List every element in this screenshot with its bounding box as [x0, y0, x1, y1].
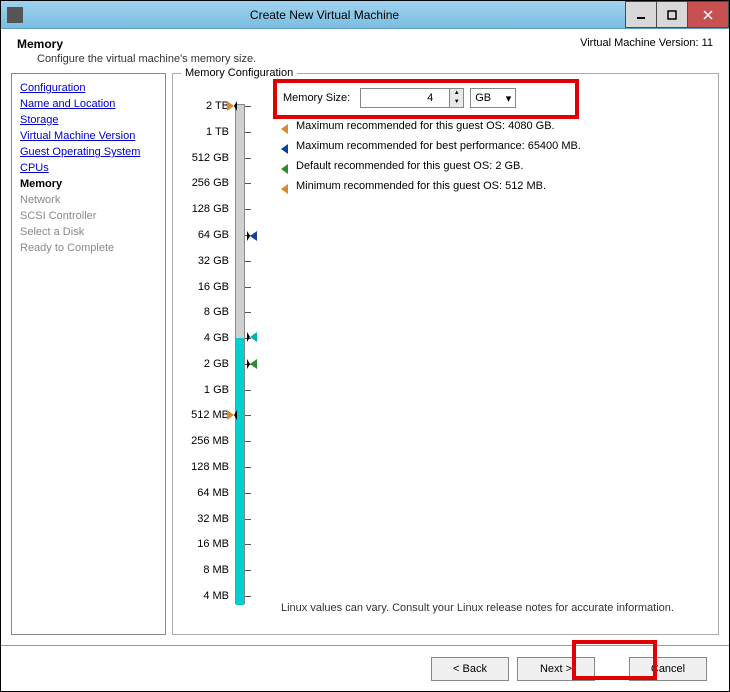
wizard-steps-sidebar: Configuration Name and Location Storage … [11, 73, 166, 635]
linux-footnote: Linux values can vary. Consult your Linu… [281, 602, 708, 614]
slider-tick-label: 32 MB [181, 514, 229, 525]
slider-tick-label: 2 GB [181, 359, 229, 370]
slider-tick-label: 1 GB [181, 385, 229, 396]
page-subtitle: Configure the virtual machine's memory s… [17, 53, 713, 65]
step-link[interactable]: Storage [20, 112, 157, 128]
slider-marker-perf [247, 231, 257, 241]
maximize-button[interactable] [656, 1, 688, 28]
annotation-highlight [572, 640, 657, 680]
slider-marker-default [247, 359, 257, 369]
slider-tick-label: 512 MB [181, 410, 229, 421]
window-controls [626, 1, 729, 28]
slider-marker-max [227, 101, 237, 111]
slider-marker-min [227, 410, 237, 420]
note-min: Minimum recommended for this guest OS: 5… [296, 180, 546, 192]
slider-tick-label: 16 GB [181, 282, 229, 293]
slider-tick-label: 64 GB [181, 230, 229, 241]
triangle-blue-icon [281, 144, 288, 154]
step-current: Memory [20, 176, 157, 192]
slider-tick-label: 4 GB [181, 333, 229, 344]
step-future: SCSI Controller [20, 208, 157, 224]
note-default: Default recommended for this guest OS: 2… [296, 160, 523, 172]
memory-config-group: Memory Configuration Memory Size: ▲▼ GB … [172, 73, 719, 635]
slider-tick-label: 8 GB [181, 307, 229, 318]
slider-marker-current [247, 332, 257, 342]
slider-tick-label: 256 MB [181, 436, 229, 447]
memory-notes: Maximum recommended for this guest OS: 4… [281, 120, 708, 200]
triangle-orange-icon [281, 124, 288, 134]
app-icon [7, 7, 23, 23]
step-link[interactable]: Guest Operating System [20, 144, 157, 160]
slider-tick-label: 1 TB [181, 127, 229, 138]
note-max-perf: Maximum recommended for best performance… [296, 140, 581, 152]
triangle-orange-icon [281, 184, 288, 194]
slider-tick-label: 256 GB [181, 178, 229, 189]
slider-tick-label: 64 MB [181, 488, 229, 499]
memory-slider[interactable]: 2 TB 1 TB 512 GB 256 GB 128 GB 64 GB 32 GB 16 G… [183, 104, 253, 624]
note-max-guest: Maximum recommended for this guest OS: 4… [296, 120, 555, 132]
step-link[interactable]: Configuration [20, 80, 157, 96]
slider-tick-label: 4 MB [181, 591, 229, 602]
window-title: Create New Virtual Machine [23, 8, 626, 22]
wizard-header: Memory Configure the virtual machine's m… [1, 29, 729, 69]
slider-tick-label: 16 MB [181, 539, 229, 550]
slider-fill [236, 338, 244, 605]
slider-tick-label: 128 MB [181, 462, 229, 473]
step-link[interactable]: CPUs [20, 160, 157, 176]
step-future: Select a Disk [20, 224, 157, 240]
slider-tick-label: 32 GB [181, 256, 229, 267]
step-link[interactable]: Name and Location [20, 96, 157, 112]
triangle-green-icon [281, 164, 288, 174]
minimize-button[interactable] [625, 1, 657, 28]
step-future: Ready to Complete [20, 240, 157, 256]
group-legend: Memory Configuration [181, 67, 297, 79]
step-future: Network [20, 192, 157, 208]
annotation-highlight [273, 79, 579, 119]
back-button[interactable]: < Back [431, 657, 509, 681]
slider-tick-label: 8 MB [181, 565, 229, 576]
slider-tick-label: 128 GB [181, 204, 229, 215]
step-link[interactable]: Virtual Machine Version [20, 128, 157, 144]
slider-tick-label: 2 TB [181, 101, 229, 112]
close-button[interactable] [687, 1, 729, 28]
titlebar: Create New Virtual Machine [1, 1, 729, 29]
slider-tick-label: 512 GB [181, 153, 229, 164]
vm-version-label: Virtual Machine Version: 11 [580, 37, 713, 49]
